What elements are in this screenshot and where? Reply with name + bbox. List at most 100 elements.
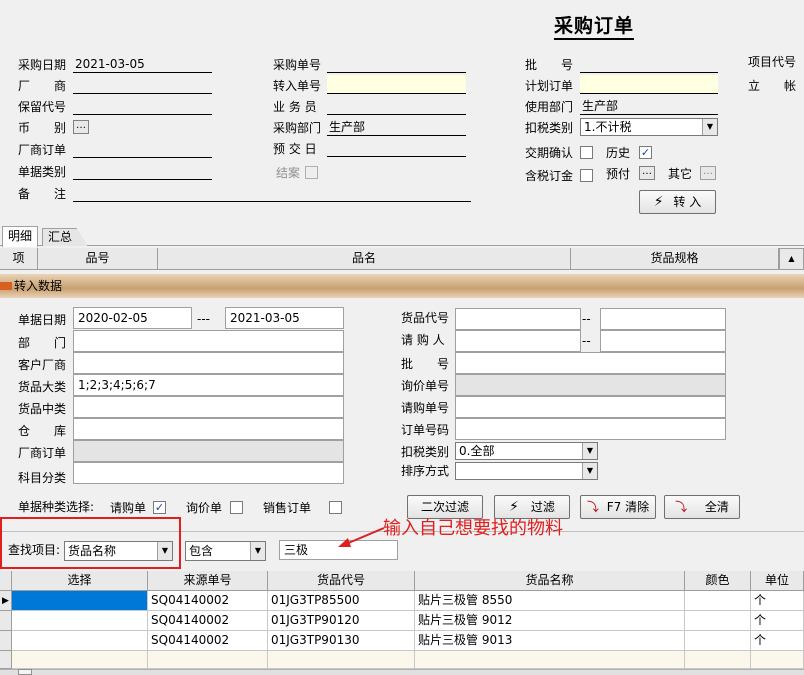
table-row-code[interactable]: 01JG3TP85500 — [268, 591, 415, 611]
filter-button[interactable]: ⚡ 过滤 — [494, 495, 570, 519]
closed-checkbox[interactable] — [305, 166, 318, 179]
requester-from-input[interactable] — [455, 330, 581, 352]
table-row-name[interactable]: 贴片三极管 9012 — [415, 611, 685, 631]
horizontal-scrollbar[interactable] — [0, 669, 804, 675]
batch-no-field[interactable] — [580, 56, 718, 73]
vendor-field[interactable] — [73, 77, 212, 94]
use-dept-field[interactable]: 生产部 — [580, 98, 718, 115]
table-row-source[interactable]: SQ04140002 — [148, 631, 268, 651]
warehouse-input[interactable] — [73, 418, 344, 440]
detail-col-spec[interactable]: 货品规格 — [571, 248, 779, 270]
scroll-left-button[interactable] — [18, 669, 32, 675]
table-row-color[interactable] — [685, 631, 751, 651]
table-row-color[interactable] — [685, 591, 751, 611]
table-row-empty[interactable] — [415, 651, 685, 669]
category-major-input[interactable]: 1;2;3;4;5;6;7 — [73, 374, 344, 396]
table-row-empty[interactable] — [148, 651, 268, 669]
purchase-dept-field[interactable]: 生产部 — [327, 119, 466, 136]
table-row-select[interactable] — [12, 611, 148, 631]
table-row-unit[interactable]: 个 — [751, 611, 804, 631]
transfer-no-label: 转入单号 — [273, 79, 322, 93]
history-checkbox[interactable]: ✓ — [639, 146, 652, 159]
tax-type-select[interactable]: 1.不计税 ▼ — [580, 118, 718, 136]
doc-type-sales-order-checkbox[interactable] — [329, 501, 342, 514]
table-row-source[interactable]: SQ04140002 — [148, 611, 268, 631]
subject-class-label: 科目分类 — [18, 471, 67, 485]
reserve-code-field[interactable] — [73, 98, 212, 115]
ledger-label: 立 帐 — [748, 79, 797, 93]
customer-vendor-input[interactable] — [73, 352, 344, 374]
table-row-empty[interactable] — [751, 651, 804, 669]
other-picker-button[interactable]: … — [700, 166, 716, 180]
transfer-in-button[interactable]: ⚡ 转 入 — [639, 190, 716, 214]
table-row-select[interactable] — [12, 591, 148, 611]
table-row-color[interactable] — [685, 611, 751, 631]
table-row-code[interactable]: 01JG3TP90130 — [268, 631, 415, 651]
sort-order-select[interactable]: ▼ — [455, 462, 598, 480]
doc-date-to-input[interactable]: 2021-03-05 — [225, 307, 344, 329]
results-col-code[interactable]: 货品代号 — [268, 571, 415, 591]
table-row-empty[interactable] — [12, 651, 148, 669]
tab-detail[interactable]: 明细 — [2, 226, 38, 247]
dept-input[interactable] — [73, 330, 344, 352]
results-col-name[interactable]: 货品名称 — [415, 571, 685, 591]
salesman-field[interactable] — [327, 98, 466, 115]
other-label: 其它 — [668, 167, 693, 181]
results-col-source[interactable]: 来源单号 — [148, 571, 268, 591]
panel-vendor-order-input[interactable] — [73, 440, 344, 462]
order-no-input[interactable] — [455, 418, 726, 440]
chevron-down-icon[interactable]: ▼ — [582, 463, 597, 479]
vendor-order-field[interactable] — [73, 141, 212, 158]
purchase-date-field[interactable]: 2021-03-05 — [73, 56, 212, 73]
detail-col-item-no[interactable]: 品号 — [38, 248, 158, 270]
clear-all-button[interactable]: ⤵ 全清 — [664, 495, 740, 519]
category-mid-input[interactable] — [73, 396, 344, 418]
detail-col-item-name[interactable]: 品名 — [158, 248, 571, 270]
requisition-no-input[interactable] — [455, 396, 726, 418]
table-row-empty[interactable] — [685, 651, 751, 669]
row-indicator[interactable] — [0, 651, 12, 669]
transfer-no-field[interactable] — [327, 75, 466, 94]
refilter-button[interactable]: 二次过滤 — [407, 495, 483, 519]
panel-batch-input[interactable] — [455, 352, 726, 374]
plan-order-field[interactable] — [580, 75, 718, 94]
table-row-empty[interactable] — [268, 651, 415, 669]
panel-tax-type-select[interactable]: 0.全部 ▼ — [455, 442, 598, 460]
remark-field[interactable] — [73, 185, 471, 202]
results-col-color[interactable]: 颜色 — [685, 571, 751, 591]
chevron-down-icon[interactable]: ▼ — [250, 542, 265, 560]
goods-code-from-input[interactable] — [455, 308, 581, 330]
detail-scroll-up[interactable]: ▲ — [779, 248, 804, 270]
doc-date-from-input[interactable]: 2020-02-05 — [73, 307, 192, 329]
subject-class-input[interactable] — [73, 462, 344, 484]
row-indicator[interactable] — [0, 631, 12, 651]
goods-code-to-input[interactable] — [600, 308, 726, 330]
inquiry-no-input[interactable] — [455, 374, 726, 396]
delivery-confirm-checkbox[interactable] — [580, 146, 593, 159]
table-row-unit[interactable]: 个 — [751, 631, 804, 651]
clear-button[interactable]: ⤵ F7 清除 — [580, 495, 656, 519]
doc-category-field[interactable] — [73, 163, 212, 180]
purchase-no-field[interactable] — [327, 56, 466, 73]
table-row-name[interactable]: 贴片三极管 9013 — [415, 631, 685, 651]
table-row-unit[interactable]: 个 — [751, 591, 804, 611]
requester-to-input[interactable] — [600, 330, 726, 352]
table-row-select[interactable] — [12, 631, 148, 651]
doc-type-inquiry-checkbox[interactable] — [230, 501, 243, 514]
row-indicator-icon[interactable]: ▶ — [0, 591, 12, 611]
chevron-down-icon[interactable]: ▼ — [702, 119, 717, 135]
table-row-source[interactable]: SQ04140002 — [148, 591, 268, 611]
detail-col-seq[interactable]: 项 — [0, 248, 38, 270]
table-row-code[interactable]: 01JG3TP90120 — [268, 611, 415, 631]
search-mode-select[interactable]: 包含 ▼ — [185, 541, 266, 561]
tax-deposit-checkbox[interactable] — [580, 169, 593, 182]
results-col-select[interactable]: 选择 — [12, 571, 148, 591]
row-indicator[interactable] — [0, 611, 12, 631]
currency-picker-button[interactable]: … — [73, 120, 89, 134]
results-col-unit[interactable]: 单位 — [751, 571, 804, 591]
chevron-down-icon[interactable]: ▼ — [582, 443, 597, 459]
due-date-field[interactable] — [327, 140, 466, 157]
prepay-picker-button[interactable]: … — [639, 166, 655, 180]
doc-type-requisition-checkbox[interactable]: ✓ — [153, 501, 166, 514]
table-row-name[interactable]: 贴片三极管 8550 — [415, 591, 685, 611]
